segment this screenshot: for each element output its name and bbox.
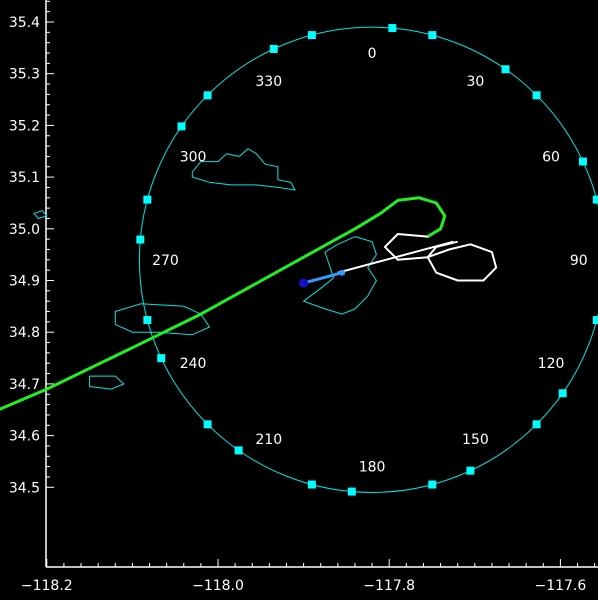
ring-marker [177,122,186,131]
ring-marker [466,466,475,475]
holding-loop [383,233,498,282]
ring-marker [578,157,587,166]
ring-marker [558,389,567,398]
bearing-label: 120 [538,356,565,372]
bearing-label: 60 [542,149,560,165]
bearing-label: 180 [359,459,386,475]
ring-marker [428,480,437,489]
ring-marker [136,235,145,244]
ring-marker [532,420,541,429]
heading-vector [303,271,343,285]
ring-marker [203,420,212,429]
y-tick-label: 35.2 [9,118,40,134]
ring-marker [347,487,356,496]
flight-track [0,196,447,411]
y-tick-label: 35.0 [9,222,40,238]
y-tick-label: 35.1 [9,170,40,186]
ring-marker [428,31,437,40]
flight-track-layer [0,196,498,411]
bearing-label: 330 [255,74,282,90]
vector-tip [339,269,346,276]
ring-marker [143,316,152,325]
x-tick-label: −118.0 [192,578,244,594]
range-ring: 0 30 60 90 120 150 180 210 240 270 300 330 [136,24,598,496]
ring-marker [157,354,166,363]
ring-marker [269,44,278,53]
ring-marker [592,195,598,204]
y-tick-label: 34.7 [9,377,40,393]
bearing-label: 150 [462,432,489,448]
y-tick-label: 35.4 [9,15,40,31]
x-tick-label: −117.6 [534,578,586,594]
ring-marker [532,91,541,100]
ring-marker [388,24,397,33]
y-tick-label: 34.6 [9,429,40,445]
ring-marker [143,195,152,204]
y-tick-label: 34.8 [9,325,40,341]
bearing-label: 90 [570,253,588,269]
y-tick-label: 34.9 [9,274,40,290]
map-plot: 35.4 35.3 35.2 35.1 35.0 34.9 34.8 34.7 34.6 34.5… [0,0,598,594]
bearing-label: 0 [368,46,377,62]
ring-marker [234,446,243,455]
outline-west-speck [33,210,48,220]
ring-marker [592,316,598,325]
aircraft-marker [299,278,309,288]
outline-west-lake [114,303,211,336]
y-tick-label: 34.5 [9,480,40,496]
bearing-label: 300 [180,149,207,165]
ring-marker [307,480,316,489]
connector-line [337,240,454,274]
bearing-label: 30 [466,74,484,90]
axes: 35.4 35.3 35.2 35.1 35.0 34.9 34.8 34.7 34.6 34.5… [9,0,598,594]
bearing-label: 240 [180,356,207,372]
outline-north-lake [191,148,296,191]
x-tick-label: −118.2 [21,578,73,594]
bearing-label: 270 [152,253,179,269]
y-tick-label: 35.3 [9,67,40,83]
ring-marker [203,91,212,100]
terrain-outlines [33,148,377,390]
bearing-label: 210 [255,432,282,448]
x-tick-label: −117.8 [363,578,415,594]
outline-central-lake [302,236,377,315]
outline-southwest-patch [89,375,125,390]
ring-marker [307,31,316,40]
ring-marker [501,65,510,74]
